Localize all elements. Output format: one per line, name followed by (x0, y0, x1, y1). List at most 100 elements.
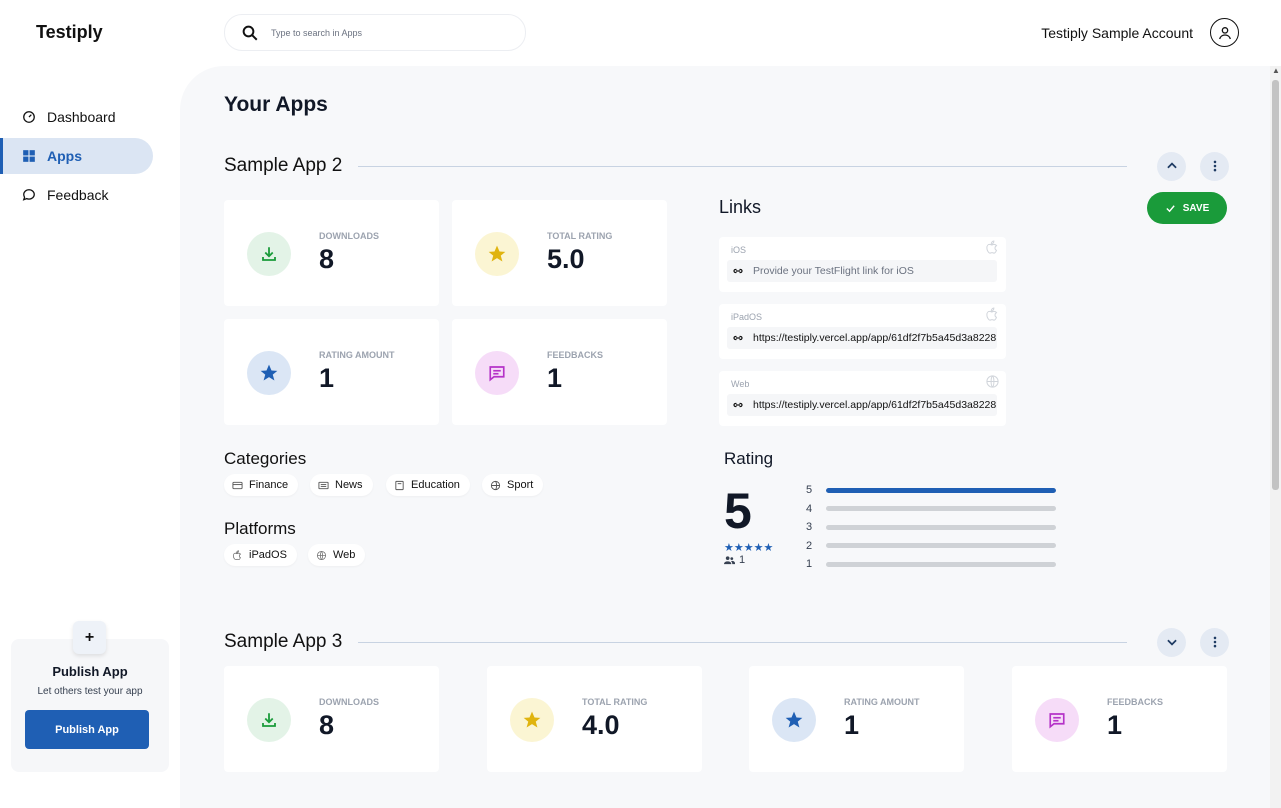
stat-card-rating-amount: RATING AMOUNT 1 (749, 666, 964, 772)
link-value: https://testiply.vercel.app/app/61df2f7b… (753, 399, 997, 411)
users-icon (724, 556, 735, 565)
web-link-input[interactable]: https://testiply.vercel.app/app/61df2f7b… (727, 394, 997, 416)
scroll-up-icon[interactable]: ▲ (1272, 66, 1280, 75)
download-icon (247, 698, 291, 742)
chevron-up-icon (1166, 162, 1177, 169)
link-card-web: Web https://testiply.vercel.app/app/61df… (719, 371, 1006, 426)
publish-card (11, 639, 169, 772)
category-chip-education[interactable]: Education (386, 474, 470, 496)
more-options-button[interactable] (1200, 627, 1229, 657)
rating-bar-row: 5 (806, 483, 1056, 497)
page-title: Your Apps (224, 93, 328, 116)
link-label: iPadOS (731, 312, 763, 322)
stat-card-downloads: DOWNLOADS 8 (224, 666, 439, 772)
rating-bar-label: 3 (806, 521, 813, 533)
app-name: Sample App 3 (224, 631, 343, 652)
chip-label: Sport (507, 479, 534, 491)
ipados-link-input[interactable]: https://testiply.vercel.app/app/61df2f7b… (727, 327, 997, 349)
dashboard-icon (23, 111, 35, 123)
app-logo[interactable]: Testiply (36, 22, 103, 43)
rating-bar-row: 1 (806, 557, 1056, 571)
sidebar-item-apps[interactable]: Apps (0, 138, 153, 174)
chevron-down-icon (1166, 639, 1177, 646)
chip-label: Finance (249, 479, 289, 491)
ball-icon (490, 480, 501, 490)
rating-bar-label: 5 (806, 484, 813, 496)
rating-stars: ★★★★★ (724, 542, 774, 554)
stat-label: DOWNLOADS (319, 697, 379, 707)
scrollbar-thumb[interactable] (1272, 80, 1279, 490)
link-placeholder: Provide your TestFlight link for iOS (753, 265, 914, 277)
divider (358, 165, 1127, 167)
stat-label: FEEDBACKS (1107, 697, 1164, 707)
ios-link-input[interactable]: Provide your TestFlight link for iOS (727, 260, 997, 282)
stat-card-total-rating: TOTAL RATING 4.0 (487, 666, 702, 772)
check-icon (1166, 204, 1175, 212)
plus-icon[interactable]: + (73, 621, 106, 654)
publish-app-button[interactable]: Publish App (25, 710, 149, 749)
category-chip-news[interactable]: News (310, 474, 373, 496)
stat-value: 4.0 (582, 710, 620, 740)
category-chip-finance[interactable]: Finance (224, 474, 299, 496)
link-icon (733, 268, 743, 274)
expand-button[interactable] (1157, 627, 1186, 657)
badge-star-icon (247, 351, 291, 395)
badge-star-icon (772, 698, 816, 742)
search-input[interactable]: Type to search in Apps (224, 14, 526, 51)
link-icon (733, 402, 743, 408)
platform-chip-web[interactable]: Web (308, 544, 366, 566)
chip-label: iPadOS (249, 549, 287, 561)
stat-card-total-rating: TOTAL RATING 5.0 (452, 200, 667, 306)
stat-label: TOTAL RATING (547, 231, 613, 241)
categories-title: Categories (224, 449, 307, 468)
apple-icon (232, 549, 242, 560)
link-card-ios: iOS Provide your TestFlight link for iOS (719, 237, 1006, 292)
chip-label: News (335, 479, 363, 491)
platform-chip-ipados[interactable]: iPadOS (224, 544, 297, 566)
sidebar-item-dashboard[interactable]: Dashboard (0, 99, 165, 135)
account-avatar[interactable] (1210, 18, 1239, 47)
rating-bar-track (826, 543, 1056, 548)
rating-bar-track (826, 561, 1056, 567)
stat-label: TOTAL RATING (582, 697, 648, 707)
rating-bar-track (826, 506, 1056, 511)
message-icon (475, 351, 519, 395)
category-chip-sport[interactable]: Sport (482, 474, 544, 496)
account-name[interactable]: Testiply Sample Account (1041, 25, 1193, 41)
more-vertical-icon (1213, 636, 1216, 648)
link-icon (733, 335, 743, 341)
save-button[interactable]: SAVE (1147, 192, 1227, 224)
rating-count-value: 1 (739, 554, 746, 566)
rating-count: 1 (724, 554, 745, 566)
stat-value: 8 (319, 244, 335, 274)
rating-bar-row: 2 (806, 539, 1056, 553)
star-icon (510, 698, 554, 742)
sidebar-item-label: Apps (47, 148, 82, 164)
stat-value: 8 (319, 710, 335, 740)
stat-label: FEEDBACKS (547, 350, 604, 360)
stat-value: 1 (547, 363, 563, 393)
app-name: Sample App 2 (224, 155, 343, 176)
links-title: Links (719, 197, 762, 217)
stat-card-feedbacks: FEEDBACKS 1 (1012, 666, 1227, 772)
publish-subtitle: Let others test your app (37, 686, 143, 697)
rating-score: 5 (724, 483, 752, 539)
rating-bar-track (826, 524, 1056, 530)
rating-title: Rating (724, 449, 774, 468)
sidebar-item-feedback[interactable]: Feedback (0, 177, 165, 213)
stat-label: RATING AMOUNT (319, 350, 395, 360)
stat-card-downloads: DOWNLOADS 8 (224, 200, 439, 306)
rating-bar-fill (826, 487, 1056, 493)
collapse-button[interactable] (1157, 151, 1186, 181)
book-icon (395, 480, 404, 490)
stat-value: 5.0 (547, 244, 585, 274)
more-options-button[interactable] (1200, 151, 1229, 181)
stat-label: RATING AMOUNT (844, 697, 920, 707)
apple-icon (986, 240, 998, 254)
star-icon (475, 232, 519, 276)
user-icon (1218, 26, 1231, 39)
rating-bar-label: 1 (806, 558, 813, 570)
search-placeholder: Type to search in Apps (271, 27, 363, 38)
rating-bar-label: 2 (806, 539, 813, 552)
stat-value: 1 (1107, 710, 1123, 740)
